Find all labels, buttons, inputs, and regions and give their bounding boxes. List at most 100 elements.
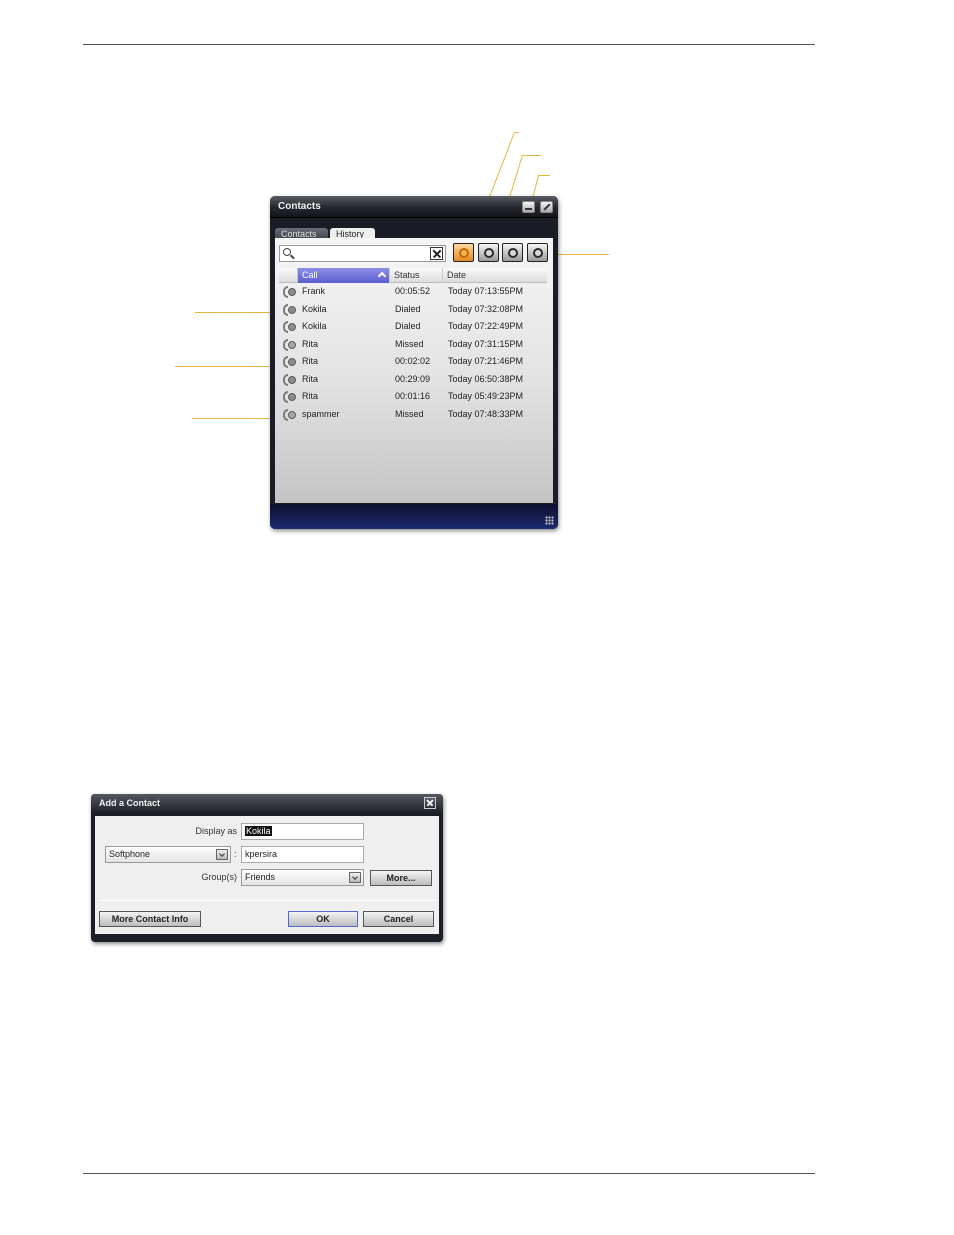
row-date: Today 07:21:46PM xyxy=(448,356,524,366)
account-type-select[interactable]: Softphone xyxy=(105,846,231,863)
missed-calls-filter-button[interactable] xyxy=(502,243,523,262)
search-icon xyxy=(283,248,291,256)
received-calls-filter-button[interactable] xyxy=(527,243,548,262)
column-header-icon[interactable] xyxy=(279,268,298,283)
cancel-button[interactable]: Cancel xyxy=(363,911,434,927)
row-date: Today 07:31:15PM xyxy=(448,338,524,349)
dialed-call-icon xyxy=(283,321,297,333)
callout-line xyxy=(515,132,519,133)
groups-select[interactable]: Friends xyxy=(241,869,364,886)
column-header-call[interactable]: Call xyxy=(298,268,390,283)
callout-line xyxy=(195,312,282,313)
all-calls-icon xyxy=(459,248,469,258)
top-rule xyxy=(83,44,815,45)
row-name: Rita xyxy=(302,373,319,384)
row-date: Today 07:13:55PM xyxy=(448,286,524,296)
status-bar xyxy=(270,504,558,529)
received-call-icon xyxy=(283,356,297,368)
row-status: 00:29:09 xyxy=(395,373,431,384)
clear-search-icon[interactable] xyxy=(430,247,443,260)
column-header-date[interactable]: Date xyxy=(443,268,547,283)
column-header-status[interactable]: Status xyxy=(390,268,443,283)
window-title: Contacts xyxy=(278,201,321,212)
table-header: Call Status Date xyxy=(279,268,547,283)
row-status: Missed xyxy=(395,408,424,419)
table-row[interactable]: spammer Missed Today 07:48:33PM xyxy=(279,406,547,424)
more-button[interactable]: More... xyxy=(370,870,432,886)
row-status: Dialed xyxy=(395,321,421,331)
received-call-icon xyxy=(283,373,297,386)
callout-line xyxy=(538,175,550,176)
dialog-body: Display as Kokila Softphone : kpersira G… xyxy=(95,816,439,934)
display-as-field[interactable]: Kokila xyxy=(241,823,364,840)
row-date: Today 07:22:49PM xyxy=(448,321,524,331)
search-input[interactable] xyxy=(296,247,426,260)
received-call-icon xyxy=(283,286,297,298)
row-name: Rita xyxy=(302,338,319,349)
dialed-calls-icon xyxy=(484,248,494,258)
table-row[interactable]: Frank 00:05:52 Today 07:13:55PM xyxy=(279,283,547,301)
missed-call-icon xyxy=(283,338,297,351)
address-value: kpersira xyxy=(245,849,278,859)
row-status: 00:02:02 xyxy=(395,356,431,366)
row-name: Kokila xyxy=(302,321,327,331)
search-box xyxy=(279,245,446,262)
row-name: Kokila xyxy=(302,303,327,314)
chevron-down-icon[interactable] xyxy=(349,872,361,883)
row-name: Frank xyxy=(302,286,326,296)
row-status: 00:01:16 xyxy=(395,391,431,401)
call-history-table: Call Status Date Frank 00:05:52 Today 07… xyxy=(279,268,547,423)
contacts-titlebar[interactable]: Contacts xyxy=(270,196,558,218)
dialog-divider xyxy=(98,900,436,901)
chevron-down-icon[interactable] xyxy=(216,849,228,860)
all-calls-filter-button[interactable] xyxy=(453,243,474,262)
groups-label: Group(s) xyxy=(201,872,237,882)
table-row[interactable]: Rita 00:01:16 Today 05:49:23PM xyxy=(279,388,547,406)
display-as-value: Kokila xyxy=(245,826,272,836)
table-row[interactable]: Rita 00:29:09 Today 06:50:38PM xyxy=(279,371,547,389)
callout-line xyxy=(522,155,541,156)
row-name: Rita xyxy=(302,391,319,401)
display-as-label: Display as xyxy=(195,826,237,836)
table-row[interactable]: Rita 00:02:02 Today 07:21:46PM xyxy=(279,353,547,371)
contacts-window: Contacts Contacts History Call Status Da… xyxy=(270,196,558,529)
missed-call-icon xyxy=(283,408,297,421)
dialed-calls-filter-button[interactable] xyxy=(478,243,499,262)
dialog-title: Add a Contact xyxy=(99,798,161,808)
address-field[interactable]: kpersira xyxy=(241,846,364,863)
received-calls-icon xyxy=(533,248,543,258)
ok-button[interactable]: OK xyxy=(288,911,358,927)
row-date: Today 07:32:08PM xyxy=(448,303,524,314)
groups-value: Friends xyxy=(245,872,276,882)
table-body: Frank 00:05:52 Today 07:13:55PM Kokila D… xyxy=(279,283,547,423)
close-icon[interactable] xyxy=(424,797,436,809)
dialog-titlebar[interactable]: Add a Contact xyxy=(91,794,443,813)
row-date: Today 06:50:38PM xyxy=(448,373,524,384)
minimize-icon[interactable] xyxy=(522,201,535,213)
column-header-call-label: Call xyxy=(302,270,318,280)
missed-calls-icon xyxy=(508,248,518,258)
row-date: Today 05:49:23PM xyxy=(448,391,524,401)
history-panel: Call Status Date Frank 00:05:52 Today 07… xyxy=(275,238,553,503)
tab-strip: Contacts History xyxy=(270,219,558,241)
table-row[interactable]: Rita Missed Today 07:31:15PM xyxy=(279,336,547,354)
row-name: spammer xyxy=(302,408,340,419)
row-date: Today 07:48:33PM xyxy=(448,408,524,419)
more-contact-info-button[interactable]: More Contact Info xyxy=(99,911,201,927)
account-type-value: Softphone xyxy=(109,849,151,859)
row-status: 00:05:52 xyxy=(395,286,431,296)
row-status: Missed xyxy=(395,338,424,349)
address-separator: : xyxy=(234,849,237,859)
received-call-icon xyxy=(283,391,297,403)
sort-ascending-icon xyxy=(377,271,387,281)
add-contact-dialog: Add a Contact Display as Kokila Softphon… xyxy=(91,794,443,942)
table-row[interactable]: Kokila Dialed Today 07:32:08PM xyxy=(279,301,547,319)
dialed-call-icon xyxy=(283,303,297,316)
expand-icon[interactable] xyxy=(540,201,553,213)
callout-line xyxy=(175,366,282,367)
resize-grip-icon[interactable] xyxy=(545,516,554,525)
row-name: Rita xyxy=(302,356,319,366)
table-row[interactable]: Kokila Dialed Today 07:22:49PM xyxy=(279,318,547,336)
bottom-rule xyxy=(83,1173,815,1174)
callout-line xyxy=(192,418,282,419)
